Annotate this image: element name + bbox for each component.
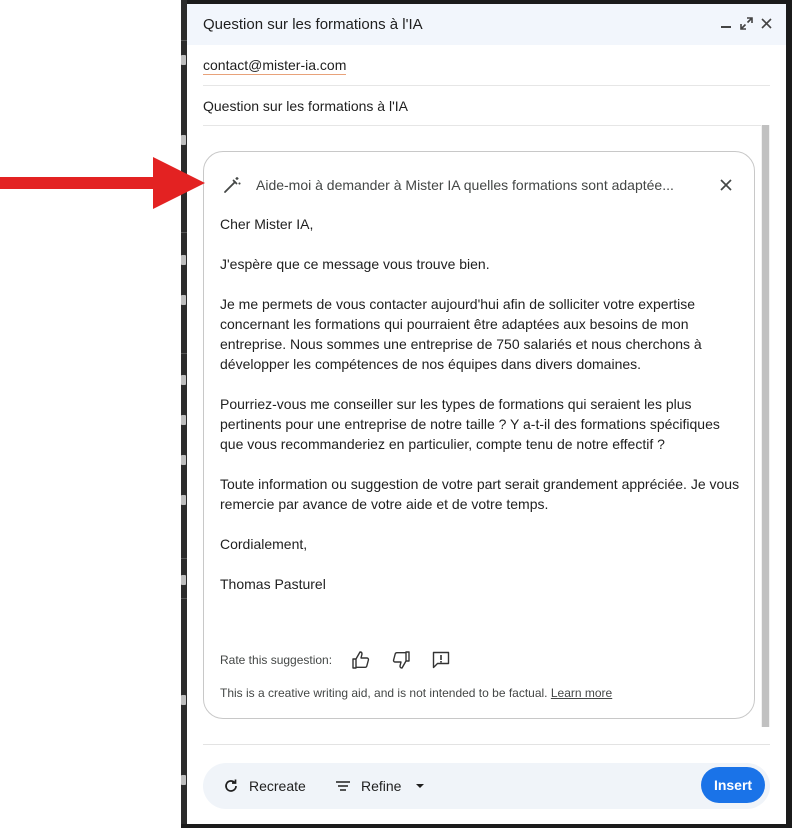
paragraph: Toute information ou suggestion de votre… (220, 476, 740, 512)
expand-icon (739, 16, 753, 30)
thumbs-down-icon (392, 651, 410, 669)
compose-title: Question sur les formations à l'IA (203, 16, 423, 33)
closing: Cordialement, (220, 536, 308, 552)
paragraph: Pourriez-vous me conseiller sur les type… (220, 396, 720, 452)
action-divider (203, 744, 770, 745)
close-compose-button[interactable] (758, 15, 774, 31)
minimize-button[interactable] (718, 15, 734, 31)
refresh-icon (225, 779, 237, 792)
card-header: Aide-moi à demander à Mister IA quelles … (204, 152, 754, 218)
expand-button[interactable] (738, 15, 754, 31)
suggestion-body: Cher Mister IA, J'espère que ce message … (220, 214, 740, 614)
salutation: Cher Mister IA, (220, 216, 314, 232)
background-bottom-edge (181, 824, 792, 828)
close-icon[interactable] (718, 177, 734, 193)
recipients-row[interactable]: contact@mister-ia.com (203, 45, 770, 86)
subject-field[interactable]: Question sur les formations à l'IA (203, 98, 408, 114)
thumbs-up-icon (352, 651, 370, 669)
report-button[interactable] (430, 649, 452, 671)
report-icon (432, 651, 450, 669)
magic-wand-icon (224, 177, 241, 193)
background-right-edge (786, 0, 792, 828)
disclaimer-text: This is a creative writing aid, and is n… (220, 686, 548, 700)
refine-label: Refine (361, 778, 402, 794)
annotation-arrow-icon (0, 157, 205, 209)
rate-row: Rate this suggestion: (220, 649, 470, 671)
close-icon (760, 17, 772, 29)
refine-icon (336, 781, 350, 791)
recreate-label: Recreate (249, 778, 306, 794)
compose-titlebar: Question sur les formations à l'IA (187, 4, 786, 45)
insert-button[interactable]: Insert (701, 767, 765, 803)
learn-more-link[interactable]: Learn more (551, 686, 612, 700)
compose-window: Question sur les formations à l'IA conta… (187, 4, 786, 824)
thumbs-up-button[interactable] (350, 649, 372, 671)
thumbs-down-button[interactable] (390, 649, 412, 671)
subject-row[interactable]: Question sur les formations à l'IA (203, 85, 770, 126)
recipient-chip[interactable]: contact@mister-ia.com (203, 57, 347, 75)
prompt-text[interactable]: Aide-moi à demander à Mister IA quelles … (256, 177, 686, 193)
minimize-icon (721, 26, 731, 28)
help-me-write-card: Aide-moi à demander à Mister IA quelles … (203, 151, 755, 719)
rate-label: Rate this suggestion: (220, 653, 333, 667)
paragraph: J'espère que ce message vous trouve bien… (220, 256, 490, 272)
action-bar: Recreate Refine Insert (203, 763, 770, 809)
paragraph: Je me permets de vous contacter aujourd'… (220, 296, 702, 372)
refine-button[interactable]: Refine (335, 774, 425, 798)
caret-down-icon (416, 784, 425, 788)
recreate-button[interactable]: Recreate (223, 774, 306, 798)
disclaimer: This is a creative writing aid, and is n… (220, 686, 612, 700)
scrollbar-thumb[interactable] (762, 125, 769, 727)
signature: Thomas Pasturel (220, 576, 326, 592)
